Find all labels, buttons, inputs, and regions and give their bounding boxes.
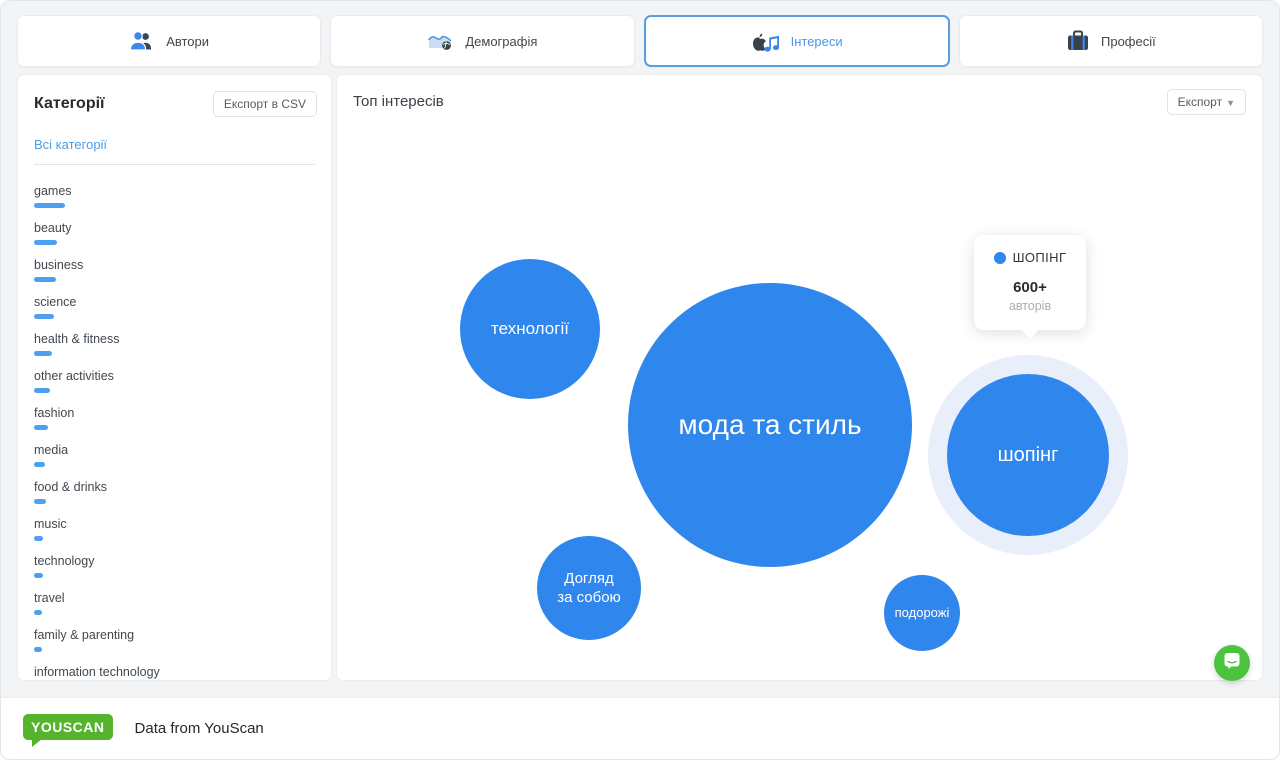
tab-authors[interactable]: Автори [17, 15, 321, 67]
category-label: media [34, 443, 315, 458]
all-categories-link[interactable]: Всі категорії [34, 137, 315, 152]
category-item[interactable]: business [34, 258, 315, 282]
category-label: travel [34, 591, 315, 606]
category-label: family & parenting [34, 628, 315, 643]
tab-label: Інтереси [791, 34, 843, 49]
bubble-self-care[interactable]: Догляд за собою [537, 536, 641, 640]
category-label: music [34, 517, 315, 532]
category-item[interactable]: technology [34, 554, 315, 578]
category-item[interactable]: health & fitness [34, 332, 315, 356]
category-item[interactable]: beauty [34, 221, 315, 245]
tab-professions[interactable]: Професії [959, 15, 1263, 67]
footer: YOUSCAN Data from YouScan [1, 697, 1279, 759]
tab-demographics[interactable]: Демографія [330, 15, 634, 67]
category-label: information technology [34, 665, 315, 680]
category-item[interactable]: media [34, 443, 315, 467]
tab-label: Демографія [465, 34, 537, 49]
category-bar [34, 240, 57, 245]
category-item[interactable]: food & drinks [34, 480, 315, 504]
category-bar [34, 277, 56, 282]
divider [34, 164, 315, 165]
category-bar [34, 647, 42, 652]
category-bar [34, 573, 43, 578]
category-label: beauty [34, 221, 315, 236]
tab-label: Професії [1101, 34, 1156, 49]
category-item[interactable]: music [34, 517, 315, 541]
bubble-travel[interactable]: подорожі [884, 575, 960, 651]
chat-bubble-icon [1223, 652, 1241, 675]
category-bar [34, 499, 46, 504]
category-label: business [34, 258, 315, 273]
category-label: health & fitness [34, 332, 315, 347]
area-chart-globe-icon [427, 30, 454, 52]
category-item[interactable]: information technology [34, 665, 315, 681]
footer-caption: Data from YouScan [135, 720, 264, 737]
top-tab-bar: Автори Демографія [17, 15, 1263, 67]
apple-music-note-icon [751, 30, 780, 53]
category-label: technology [34, 554, 315, 569]
category-bar [34, 610, 42, 615]
category-bar [34, 314, 54, 319]
tab-label: Автори [166, 34, 209, 49]
top-interests-panel: Топ інтересів Експорт▼ технологіїмода та… [336, 74, 1263, 681]
bubble-fashion-style[interactable]: мода та стиль [628, 283, 912, 567]
category-label: games [34, 184, 315, 199]
category-bar [34, 536, 43, 541]
youscan-logo[interactable]: YOUSCAN [23, 714, 113, 740]
bubble-technology[interactable]: технології [460, 259, 600, 399]
category-label: science [34, 295, 315, 310]
chat-widget-button[interactable] [1214, 645, 1250, 681]
tooltip-value: 600+ [974, 279, 1086, 296]
category-item[interactable]: family & parenting [34, 628, 315, 652]
categories-title: Категорії [34, 95, 105, 113]
tab-interests[interactable]: Інтереси [644, 15, 950, 67]
category-list: games beauty business science health & f… [18, 167, 331, 681]
category-bar [34, 462, 45, 467]
legend-dot-icon [994, 252, 1006, 264]
tooltip-label: ШОПІНГ [1013, 250, 1067, 265]
bubble-shopping[interactable]: шопінг [947, 374, 1109, 536]
tooltip-unit: авторів [974, 299, 1086, 313]
category-item[interactable]: other activities [34, 369, 315, 393]
category-item[interactable]: games [34, 184, 315, 208]
category-item[interactable]: science [34, 295, 315, 319]
briefcase-icon [1066, 30, 1090, 52]
category-item[interactable]: travel [34, 591, 315, 615]
category-bar [34, 351, 52, 356]
categories-panel: Категорії Експорт в CSV Всі категорії ga… [17, 74, 332, 681]
bubble-tooltip: ШОПІНГ 600+ авторів [974, 235, 1086, 330]
app-window: Автори Демографія [0, 0, 1280, 760]
category-bar [34, 388, 50, 393]
category-label: other activities [34, 369, 315, 384]
category-item[interactable]: fashion [34, 406, 315, 430]
category-bar [34, 425, 48, 430]
category-bar [34, 203, 65, 208]
export-csv-button[interactable]: Експорт в CSV [213, 91, 317, 117]
bubble-chart: технологіїмода та стильшопінг Догляд за с… [337, 75, 1262, 680]
category-label: fashion [34, 406, 315, 421]
category-label: food & drinks [34, 480, 315, 495]
people-icon [129, 30, 155, 52]
